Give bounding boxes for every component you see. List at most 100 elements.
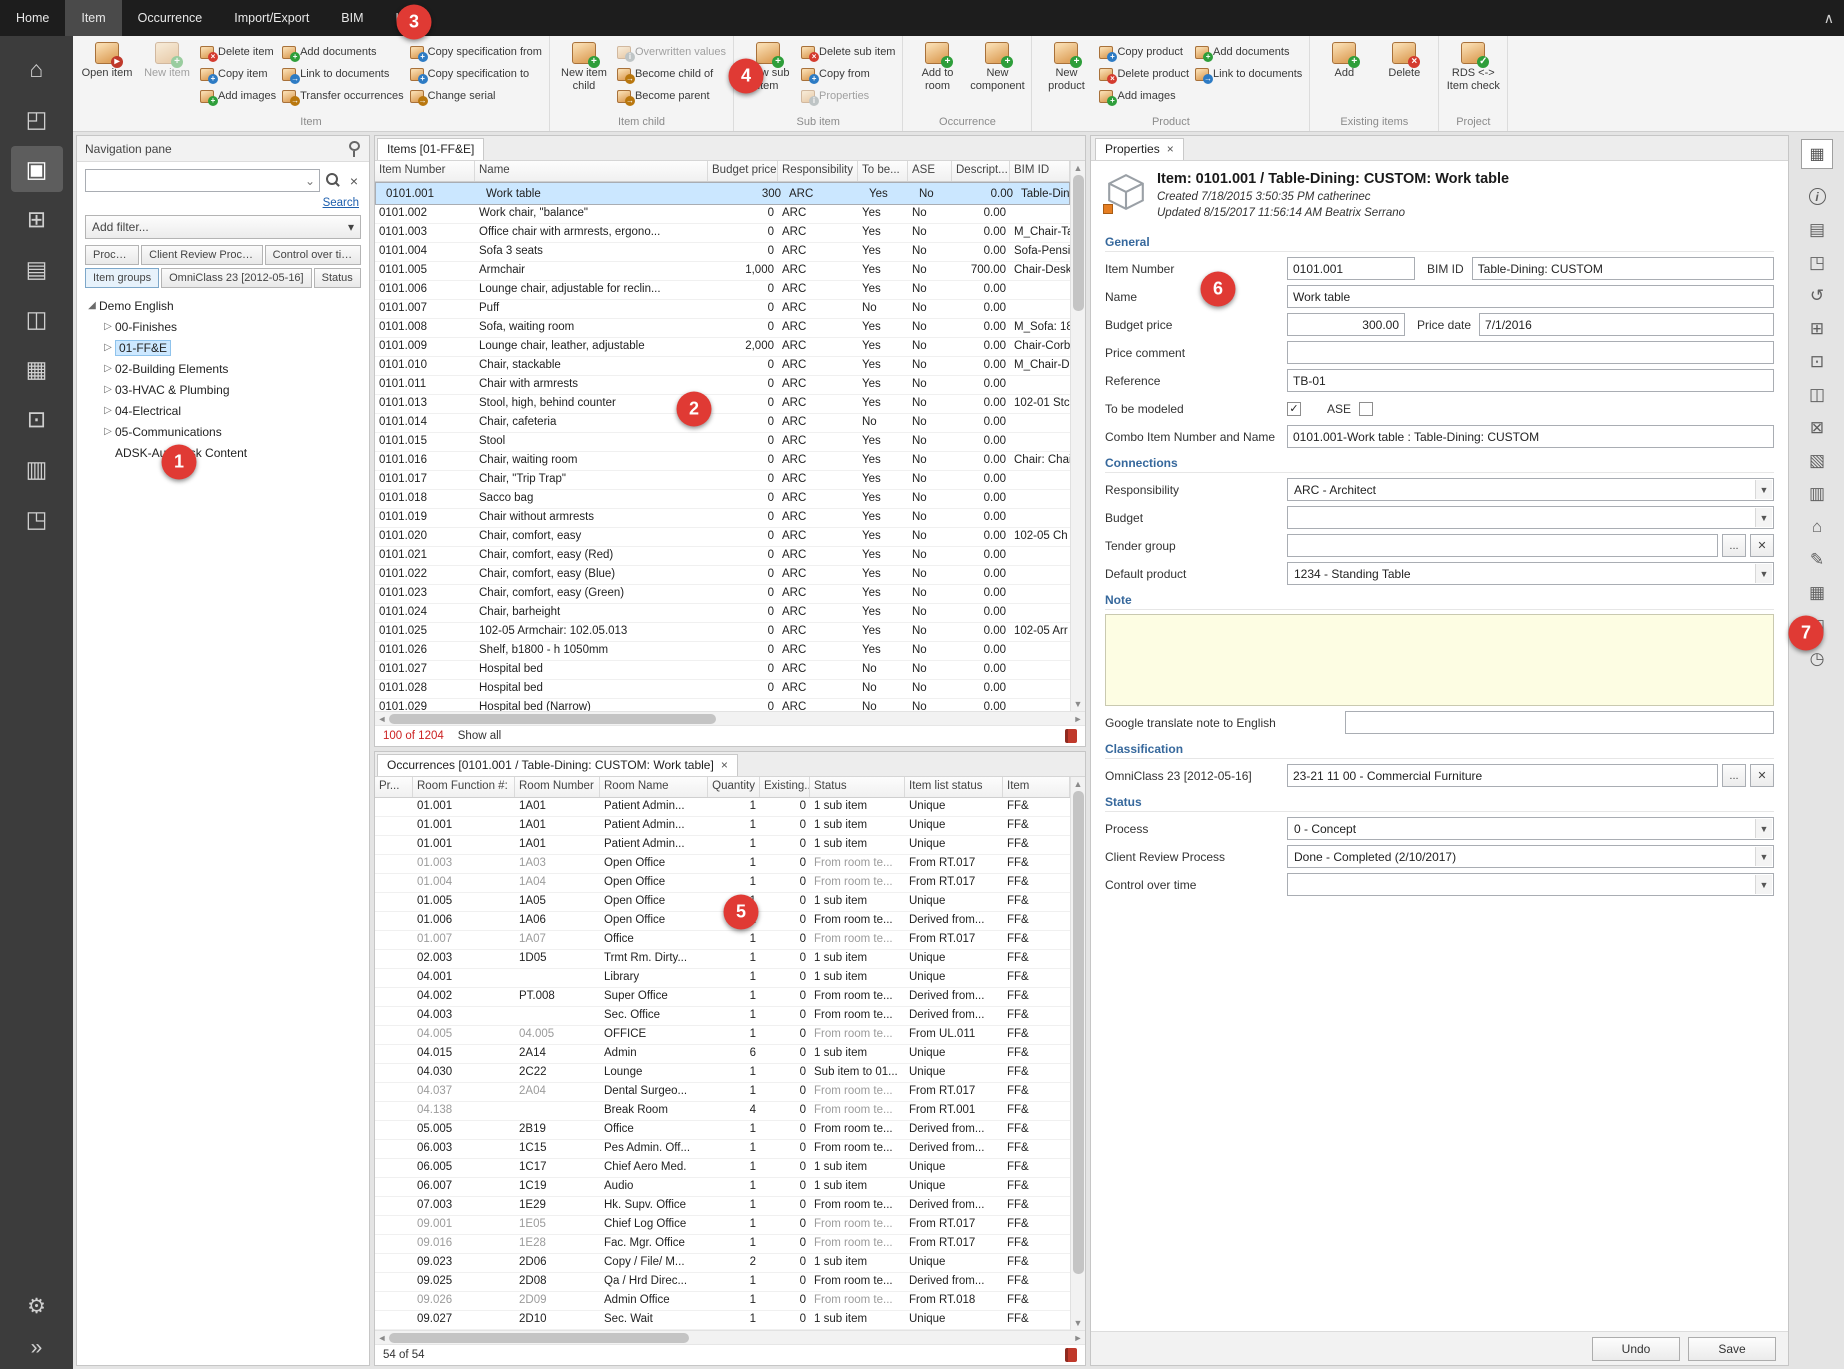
new-item-button[interactable]: +New item bbox=[137, 39, 197, 83]
show-all-link[interactable]: Show all bbox=[458, 730, 501, 742]
omniclass-input[interactable] bbox=[1287, 764, 1718, 787]
table-row[interactable]: 04.138Break Room40From room te...From RT… bbox=[375, 1102, 1070, 1121]
home-module-icon[interactable]: ⌂ bbox=[11, 46, 63, 92]
tree-item-02-building-elements[interactable]: ▷02-Building Elements bbox=[81, 358, 365, 379]
table-row[interactable]: 02.0031D05Trmt Rm. Dirty...101 sub itemU… bbox=[375, 950, 1070, 969]
link-to-documents-button[interactable]: →Link to documents bbox=[1195, 63, 1302, 85]
column-header-item[interactable]: Item bbox=[1003, 777, 1070, 797]
table-row[interactable]: 0101.027Hospital bed0ARCNoNo0.00 bbox=[375, 661, 1070, 680]
delete-button[interactable]: ×Delete bbox=[1374, 39, 1434, 83]
table-row[interactable]: 07.0031E29Hk. Supv. Office10From room te… bbox=[375, 1197, 1070, 1216]
tree-item-04-electrical[interactable]: ▷04-Electrical bbox=[81, 400, 365, 421]
occurrences-horizontal-scrollbar[interactable]: ◄ ► bbox=[375, 1330, 1085, 1344]
save-button[interactable]: Save bbox=[1688, 1337, 1776, 1361]
table-row[interactable]: 04.002PT.008Super Office10From room te..… bbox=[375, 988, 1070, 1007]
table-row[interactable]: 09.0252D08Qa / Hrd Direc...10From room t… bbox=[375, 1273, 1070, 1292]
clear-button[interactable]: ✕ bbox=[1750, 534, 1774, 557]
filter-tab-item-groups[interactable]: Item groups bbox=[85, 268, 159, 288]
grid-small-icon[interactable]: ▦ bbox=[1801, 577, 1833, 608]
table-row[interactable]: 0101.004Sofa 3 seats0ARCYesNo0.00Sofa-Pe… bbox=[375, 243, 1070, 262]
documents-module-icon[interactable]: ◫ bbox=[11, 296, 63, 342]
table-row[interactable]: 09.0011E05Chief Log Office10From room te… bbox=[375, 1216, 1070, 1235]
menu-tab-occurrence[interactable]: Occurrence bbox=[122, 0, 219, 36]
table-row[interactable]: 0101.020Chair, comfort, easy0ARCYesNo0.0… bbox=[375, 528, 1070, 547]
table-row[interactable]: 0101.009Lounge chair, leather, adjustabl… bbox=[375, 338, 1070, 357]
column-header-room-function[interactable]: Room Function #: bbox=[413, 777, 515, 797]
table-row[interactable]: 0101.018Sacco bag0ARCYesNo0.00 bbox=[375, 490, 1070, 509]
add-to-room-button[interactable]: +Add to room bbox=[907, 39, 967, 95]
column-header-budget-price[interactable]: Budget price bbox=[708, 161, 778, 181]
network-module-icon[interactable]: ◳ bbox=[11, 496, 63, 542]
price-comment-input[interactable] bbox=[1287, 341, 1774, 364]
table-row[interactable]: 0101.002Work chair, "balance"0ARCYesNo0.… bbox=[375, 205, 1070, 224]
expand-sidebar-icon[interactable]: » bbox=[11, 1327, 63, 1369]
table-row[interactable]: 0101.017Chair, "Trip Trap"0ARCYesNo0.00 bbox=[375, 471, 1070, 490]
info-icon[interactable]: i bbox=[1801, 181, 1833, 212]
rotate-icon[interactable]: ↺ bbox=[1801, 280, 1833, 311]
table-row[interactable]: 06.0031C15Pes Admin. Off...10From room t… bbox=[375, 1140, 1070, 1159]
ase-checkbox[interactable] bbox=[1359, 402, 1373, 416]
search-icon[interactable] bbox=[325, 172, 342, 189]
table-row[interactable]: 01.0011A01Patient Admin...101 sub itemUn… bbox=[375, 798, 1070, 817]
table-row[interactable]: 06.0051C17Chief Aero Med.101 sub itemUni… bbox=[375, 1159, 1070, 1178]
components-icon[interactable]: ⊞ bbox=[1801, 313, 1833, 344]
table-row[interactable]: 0101.016Chair, waiting room0ARCYesNo0.00… bbox=[375, 452, 1070, 471]
search-link[interactable]: Search bbox=[323, 197, 359, 209]
browse-button[interactable]: ... bbox=[1722, 764, 1746, 787]
reports-module-icon[interactable]: ▤ bbox=[11, 246, 63, 292]
filter-tab-omniclass-23-2012-05-16[interactable]: OmniClass 23 [2012-05-16] bbox=[161, 268, 312, 288]
table-row[interactable]: 01.0061A06Open Office10From room te...De… bbox=[375, 912, 1070, 931]
stack-icon[interactable]: ◫ bbox=[1801, 379, 1833, 410]
copy-product-button[interactable]: +Copy product bbox=[1099, 41, 1189, 63]
column-header-item-number[interactable]: Item Number bbox=[375, 161, 475, 181]
become-parent-button[interactable]: →Become parent bbox=[617, 85, 726, 107]
table-row[interactable]: 06.0071C19Audio101 sub itemUniqueFF& bbox=[375, 1178, 1070, 1197]
responsibility-select[interactable]: ARC - Architect▼ bbox=[1287, 478, 1774, 501]
rooms-module-icon[interactable]: ◰ bbox=[11, 96, 63, 142]
scroll-left-icon[interactable]: ◄ bbox=[375, 714, 389, 724]
table-row[interactable]: 05.0052B19Office10From room te...Derived… bbox=[375, 1121, 1070, 1140]
table-row[interactable]: 09.0262D09Admin Office10From room te...F… bbox=[375, 1292, 1070, 1311]
new-item-child-button[interactable]: +New item child bbox=[554, 39, 614, 95]
column-header-existing[interactable]: Existing... bbox=[760, 777, 810, 797]
google-translate-input[interactable] bbox=[1345, 711, 1774, 734]
column-header-ase[interactable]: ASE bbox=[908, 161, 952, 181]
table-row[interactable]: 04.001Library101 sub itemUniqueFF& bbox=[375, 969, 1070, 988]
copy-item-button[interactable]: +Copy item bbox=[200, 63, 276, 85]
items-horizontal-scrollbar[interactable]: ◄ ► bbox=[375, 711, 1085, 725]
settings-icon[interactable]: ⚙ bbox=[11, 1285, 63, 1327]
table-row[interactable]: 01.0041A04Open Office10From room te...Fr… bbox=[375, 874, 1070, 893]
tree-item-01-ff-e[interactable]: ▷01-FF&E bbox=[81, 337, 365, 358]
clear-search-icon[interactable]: × bbox=[347, 173, 361, 189]
undo-button[interactable]: Undo bbox=[1592, 1337, 1680, 1361]
pin-icon[interactable] bbox=[347, 141, 361, 157]
column-header-room-number[interactable]: Room Number bbox=[515, 777, 600, 797]
table-row[interactable]: 0101.011Chair with armrests0ARCYesNo0.00 bbox=[375, 376, 1070, 395]
items-tab[interactable]: Items [01-FF&E] bbox=[377, 138, 484, 160]
documents-icon[interactable]: ⌂ bbox=[1801, 511, 1833, 542]
table-row[interactable]: 0101.006Lounge chair, adjustable for rec… bbox=[375, 281, 1070, 300]
properties-button[interactable]: iProperties bbox=[801, 85, 895, 107]
table-row[interactable]: 01.0031A03Open Office10From room te...Fr… bbox=[375, 855, 1070, 874]
tree-item-05-communications[interactable]: ▷05-Communications bbox=[81, 421, 365, 442]
menu-tab-import-export[interactable]: Import/Export bbox=[218, 0, 325, 36]
scroll-down-icon[interactable]: ▼ bbox=[1074, 1316, 1083, 1330]
table-row[interactable]: 0101.029Hospital bed (Narrow)0ARCNoNo0.0… bbox=[375, 699, 1070, 711]
rds-item-check-button[interactable]: ✓RDS <-> Item check bbox=[1443, 39, 1503, 95]
table-row[interactable]: 0101.015Stool0ARCYesNo0.00 bbox=[375, 433, 1070, 452]
table-row[interactable]: 0101.008Sofa, waiting room0ARCYesNo0.00M… bbox=[375, 319, 1070, 338]
column-header-responsibility[interactable]: Responsibility bbox=[778, 161, 858, 181]
table-row[interactable]: 04.0302C22Lounge10Sub item to 01...Uniqu… bbox=[375, 1064, 1070, 1083]
process-select[interactable]: 0 - Concept▼ bbox=[1287, 817, 1774, 840]
control-over-time-select[interactable]: ▼ bbox=[1287, 873, 1774, 896]
table-row[interactable]: 0101.022Chair, comfort, easy (Blue)0ARCY… bbox=[375, 566, 1070, 585]
filter-tab-status[interactable]: Status bbox=[314, 268, 361, 288]
add-filter-dropdown[interactable]: Add filter...▾ bbox=[85, 215, 361, 239]
items-vertical-scrollbar[interactable]: ▲ ▼ bbox=[1070, 161, 1085, 711]
open-item-button[interactable]: ▸Open item bbox=[77, 39, 137, 83]
attachments-icon[interactable]: ⊠ bbox=[1801, 412, 1833, 443]
report-icon[interactable] bbox=[1065, 1348, 1077, 1362]
table-row[interactable]: 01.0051A05Open Office101 sub itemUniqueF… bbox=[375, 893, 1070, 912]
new-product-button[interactable]: +New product bbox=[1036, 39, 1096, 95]
search-input[interactable]: ⌄ bbox=[85, 169, 320, 192]
